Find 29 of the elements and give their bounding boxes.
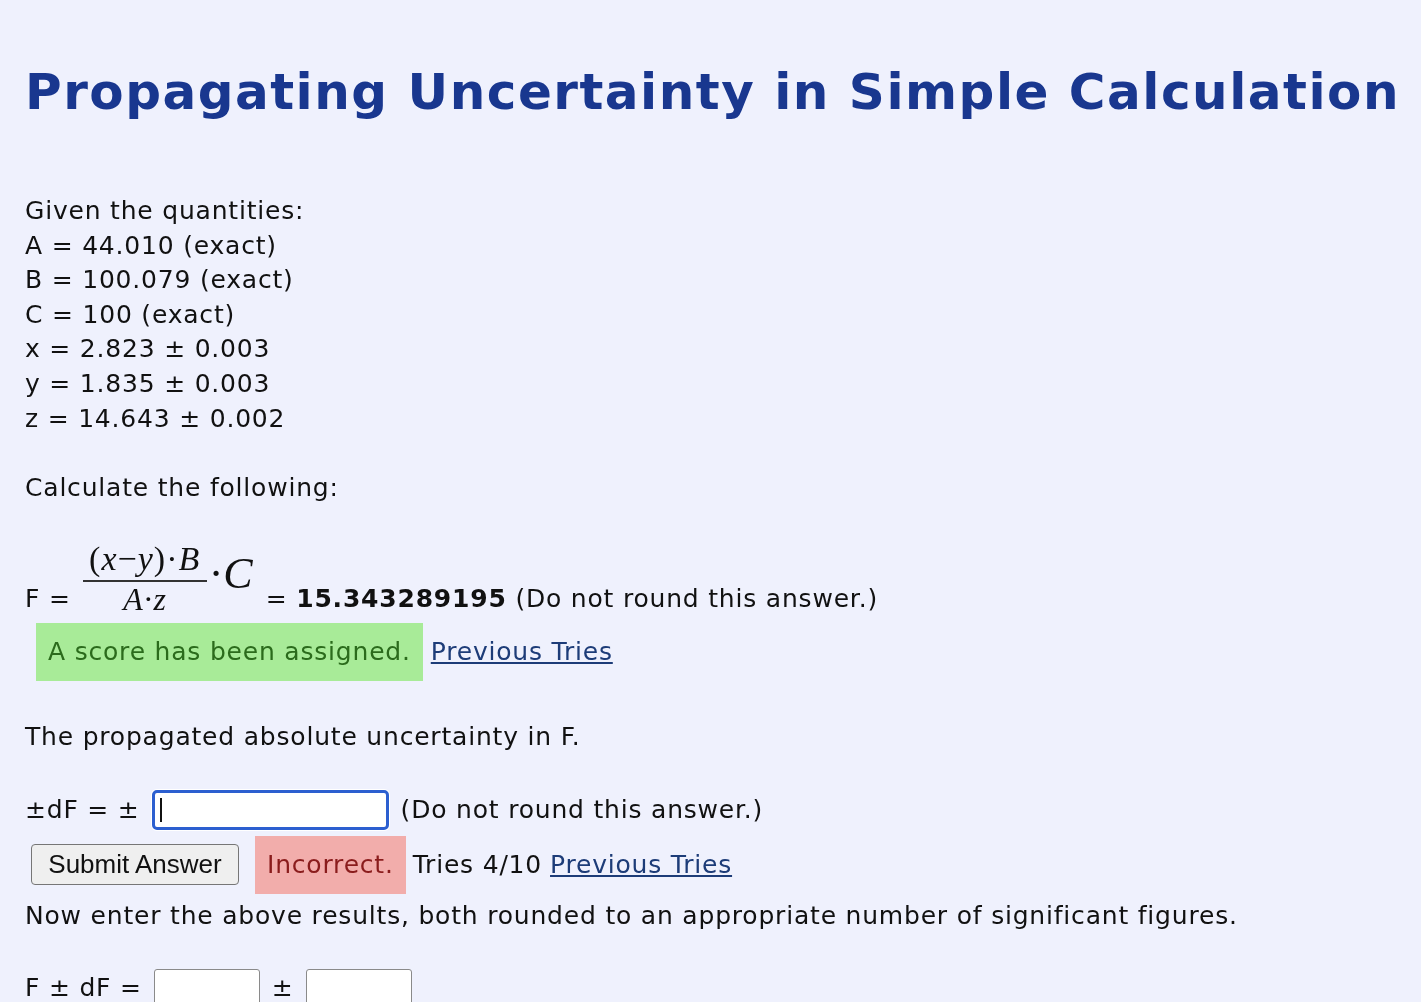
- fraction-numerator: (x−y)·B: [82, 539, 207, 582]
- page-title: Propagating Uncertainty in Simple Calculation: [25, 63, 1401, 121]
- answer-label: F ± dF =: [25, 972, 142, 1002]
- answer-field[interactable]: [305, 968, 412, 1002]
- formula-label: F =: [25, 582, 71, 615]
- quantity-line: C = 100 (exact): [25, 298, 236, 331]
- note-text: (Do not round this answer.): [400, 793, 764, 826]
- previous-tries-link[interactable]: Previous Tries: [430, 635, 613, 670]
- quantity-line: A = 44.010 (exact): [25, 229, 277, 262]
- answer-field[interactable]: [153, 968, 260, 1002]
- feedback-message: Incorrect.: [255, 835, 406, 894]
- answer-text: = 15.343289195 (Do not round this answer.): [265, 582, 878, 615]
- answer-label: ±dF = ±: [25, 793, 140, 826]
- fraction-denominator: A·z: [120, 581, 167, 617]
- submit-button[interactable]: Submit Answer: [31, 844, 239, 886]
- tries-text: Tries 4/10: [412, 848, 543, 881]
- quantity-line: y = 1.835 ± 0.003: [25, 367, 271, 400]
- previous-tries-link[interactable]: Previous Tries: [550, 847, 733, 883]
- instruction-text: Now enter the above results, both rounded to an appropriate number of significant figures.: [25, 899, 1238, 932]
- quantity-line: x = 2.823 ± 0.003: [25, 333, 271, 366]
- section-heading: Calculate the following:: [25, 472, 339, 505]
- section-heading: Given the quantities:: [25, 195, 305, 227]
- status-message: A score has been assigned.: [36, 623, 423, 682]
- formula-factor: ·C: [208, 552, 253, 597]
- quantity-line: B = 100.079 (exact): [25, 264, 294, 297]
- question-text: The propagated absolute uncertainty in F.: [25, 721, 581, 754]
- quantity-line: z = 14.643 ± 0.002: [25, 402, 286, 435]
- answer-field[interactable]: [151, 789, 389, 830]
- plus-minus-sign: ±: [271, 972, 294, 1002]
